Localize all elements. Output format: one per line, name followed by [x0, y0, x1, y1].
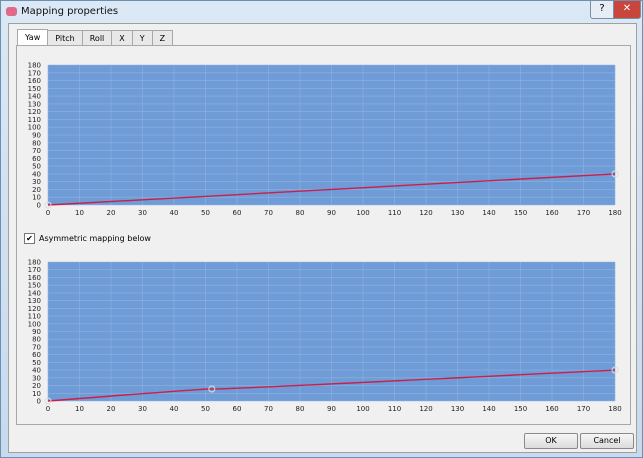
- close-button[interactable]: ✕: [613, 1, 641, 19]
- x-tick-label: 0: [46, 405, 50, 413]
- x-tick-label: 140: [482, 405, 495, 413]
- y-tick-label: 100: [28, 124, 41, 132]
- y-tick-label: 60: [32, 155, 41, 163]
- y-tick-label: 30: [32, 374, 41, 382]
- y-tick-label: 110: [28, 116, 41, 124]
- y-tick-label: 50: [32, 163, 41, 171]
- y-tick-label: 10: [32, 194, 41, 202]
- y-tick-label: 100: [28, 320, 41, 328]
- x-tick-label: 20: [107, 405, 116, 413]
- x-tick-label: 80: [296, 209, 305, 217]
- y-tick-label: 60: [32, 351, 41, 359]
- y-tick-label: 40: [32, 367, 41, 375]
- y-tick-label: 180: [28, 62, 41, 70]
- y-tick-label: 80: [32, 139, 41, 147]
- x-tick-label: 80: [296, 405, 305, 413]
- x-tick-label: 30: [138, 405, 147, 413]
- x-tick-label: 120: [419, 209, 432, 217]
- y-tick-label: 160: [28, 274, 41, 282]
- y-tick-label: 30: [32, 178, 41, 186]
- window-title: Mapping properties: [21, 6, 119, 17]
- x-tick-label: 130: [451, 405, 464, 413]
- y-tick-label: 90: [32, 132, 41, 140]
- chart-2: 0 10 20 30 40 50 60 70 80 90 100 110 120 130 140 150 160…: [28, 259, 622, 414]
- y-tick-label: 130: [28, 100, 41, 108]
- x-tick-label: 130: [451, 209, 464, 217]
- x-tick-label: 50: [201, 209, 210, 217]
- x-tick-label: 40: [170, 405, 179, 413]
- cancel-button[interactable]: Cancel: [580, 433, 634, 449]
- y-tick-label: 130: [28, 297, 41, 305]
- x-tick-label: 30: [138, 209, 147, 217]
- y-tick-label: 180: [28, 259, 41, 267]
- x-tick-label: 0: [46, 209, 50, 217]
- dialog-window: Mapping properties ? ✕ Yaw Pitch Roll X Y Z 0…: [0, 0, 643, 458]
- checkbox-label: Asymmetric mapping below: [39, 234, 151, 243]
- help-button[interactable]: ?: [590, 1, 614, 19]
- y-tick-label: 160: [28, 77, 41, 85]
- dialog-body: Yaw Pitch Roll X Y Z 0 10 20 30 40 50 60 70 80 90 100 11…: [8, 23, 637, 453]
- x-tick-label: 100: [356, 405, 369, 413]
- y-tick-label: 150: [28, 85, 41, 93]
- x-tick-label: 10: [75, 209, 84, 217]
- y-tick-label: 140: [28, 289, 41, 297]
- app-icon: [6, 7, 17, 16]
- y-tick-label: 20: [32, 186, 41, 194]
- y-tick-label: 170: [28, 266, 41, 274]
- x-tick-label: 50: [201, 405, 210, 413]
- asymmetric-mapping-checkbox[interactable]: ✔ Asymmetric mapping below: [24, 233, 151, 244]
- y-tick-label: 90: [32, 328, 41, 336]
- x-tick-label: 90: [327, 209, 336, 217]
- x-tick-label: 180: [608, 209, 621, 217]
- chart-1: 0 10 20 30 40 50 60 70 80 90 100 110 120 130 140 150 160…: [28, 62, 622, 218]
- x-tick-label: 100: [356, 209, 369, 217]
- y-tick-label: 120: [28, 305, 41, 313]
- x-tick-label: 160: [545, 405, 558, 413]
- y-tick-label: 40: [32, 170, 41, 178]
- x-tick-label: 60: [233, 209, 242, 217]
- x-tick-label: 150: [514, 405, 527, 413]
- x-tick-label: 180: [608, 405, 621, 413]
- y-tick-label: 170: [28, 69, 41, 77]
- y-tick-label: 80: [32, 336, 41, 344]
- x-tick-label: 170: [577, 209, 590, 217]
- ok-button[interactable]: OK: [524, 433, 578, 449]
- y-tick-label: 10: [32, 390, 41, 398]
- y-tick-label: 70: [32, 147, 41, 155]
- x-tick-label: 150: [514, 209, 527, 217]
- x-tick-label: 140: [482, 209, 495, 217]
- x-tick-label: 40: [170, 209, 179, 217]
- x-tick-label: 110: [388, 209, 401, 217]
- x-tick-label: 160: [545, 209, 558, 217]
- x-tick-label: 20: [107, 209, 116, 217]
- x-tick-label: 170: [577, 405, 590, 413]
- x-tick-label: 10: [75, 405, 84, 413]
- y-tick-label: 70: [32, 343, 41, 351]
- y-tick-label: 120: [28, 108, 41, 116]
- y-tick-label: 140: [28, 93, 41, 101]
- x-tick-label: 120: [419, 405, 432, 413]
- y-tick-label: 0: [37, 202, 41, 210]
- y-tick-label: 0: [37, 398, 41, 406]
- y-tick-label: 150: [28, 282, 41, 290]
- x-tick-label: 110: [388, 405, 401, 413]
- y-tick-label: 50: [32, 359, 41, 367]
- y-tick-label: 110: [28, 313, 41, 321]
- x-tick-label: 90: [327, 405, 336, 413]
- x-tick-label: 70: [264, 209, 273, 217]
- y-tick-label: 20: [32, 382, 41, 390]
- x-tick-label: 70: [264, 405, 273, 413]
- checkbox-box[interactable]: ✔: [24, 233, 35, 244]
- x-tick-label: 60: [233, 405, 242, 413]
